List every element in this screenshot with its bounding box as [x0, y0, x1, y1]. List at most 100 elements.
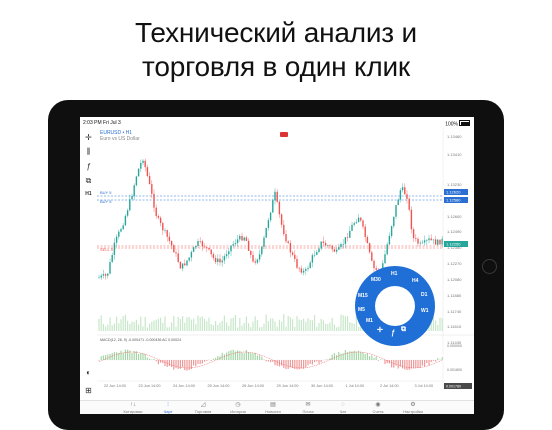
tab-5[interactable]: ▤Новости	[256, 401, 290, 414]
candle-body	[296, 259, 297, 268]
timeframe-wheel[interactable]: M30 H1 H4 D1 M15 M5 M1 W1 ✛ ƒ ⧉	[355, 266, 435, 346]
tab-6[interactable]: ✉Почта	[291, 401, 325, 414]
volume-bar	[123, 316, 124, 331]
candle-body	[420, 243, 421, 244]
tab-7[interactable]: ◌Чат	[326, 401, 360, 414]
macd-histogram-bar	[395, 360, 396, 366]
wheel-label-m1[interactable]: M1	[366, 318, 373, 324]
macd-histogram-bar	[367, 354, 368, 360]
buy-marker-label: BUY 5	[100, 199, 112, 204]
tab-8[interactable]: ◉Счета	[361, 401, 395, 414]
volume-bar	[114, 323, 115, 331]
tab-1[interactable]: ↑↓Котировки	[116, 401, 150, 414]
objects-icon[interactable]: ⧉	[83, 175, 94, 186]
tab-icon: ◉	[361, 402, 395, 409]
candle-body	[323, 242, 324, 243]
wheel-label-d1[interactable]: D1	[421, 292, 427, 298]
candle-body	[343, 244, 344, 245]
macd-histogram-bar	[345, 350, 346, 360]
price-tick-label: 1.12080	[447, 277, 462, 282]
wheel-label-m15[interactable]: M15	[358, 293, 368, 299]
macd-histogram-bar	[222, 353, 223, 360]
tab-label: Торговля	[186, 409, 220, 414]
tab-2[interactable]: ⫶Чарт	[151, 401, 185, 414]
macd-histogram-bar	[371, 355, 372, 360]
volume-bar	[206, 321, 207, 331]
candle-body	[290, 243, 291, 252]
tab-icon: ◷	[221, 402, 255, 409]
volume-bar	[303, 319, 304, 331]
one-click-trading-icon[interactable]: ◐	[83, 367, 94, 378]
volume-bar	[120, 319, 121, 331]
candle-body	[404, 187, 405, 194]
volume-bar	[277, 327, 278, 331]
macd-histogram-bar	[138, 354, 139, 360]
price-tick-label: 1.11880	[447, 293, 462, 298]
candle-body	[169, 237, 170, 241]
timeframe-icon[interactable]: H1	[83, 189, 94, 200]
volume-bar	[142, 326, 143, 331]
add-chart-icon[interactable]: ⊞	[83, 385, 94, 396]
volume-bar	[354, 324, 355, 331]
tab-9[interactable]: ⚙Настройки	[396, 401, 430, 414]
volume-bar	[127, 321, 128, 331]
time-tick-label: 26 Jun 14:00	[242, 384, 264, 388]
macd-histogram-bar	[336, 355, 337, 360]
candle-body	[288, 241, 289, 243]
macd-histogram-bar	[156, 360, 157, 361]
macd-histogram-bar	[178, 360, 179, 369]
macd-histogram-bar	[415, 360, 416, 368]
macd-histogram-bar	[426, 360, 427, 363]
wheel-crosshair-icon[interactable]: ✛	[377, 326, 383, 334]
macd-histogram-bar	[263, 359, 264, 360]
volume-bar	[255, 316, 256, 331]
candle-body	[255, 261, 256, 262]
volume-bar	[241, 326, 242, 331]
indicators-icon[interactable]: ƒ	[83, 161, 94, 172]
volume-bar	[442, 318, 443, 331]
volume-bar	[263, 324, 264, 331]
candle-body	[310, 263, 311, 268]
wheel-label-h4[interactable]: H4	[412, 278, 418, 284]
macd-histogram-bar	[406, 360, 407, 370]
wheel-label-h1[interactable]: H1	[391, 271, 397, 277]
volume-bar	[314, 315, 315, 331]
candle-body	[186, 260, 187, 265]
wheel-label-w1[interactable]: W1	[421, 308, 429, 314]
candle-body	[274, 192, 275, 201]
macd-histogram-bar	[142, 353, 143, 360]
candle-body	[200, 241, 201, 242]
bar-type-icon[interactable]: ⫼	[83, 146, 94, 157]
crosshair-icon[interactable]: ✛	[83, 132, 94, 143]
macd-histogram-bar	[103, 355, 104, 360]
macd-histogram-bar	[123, 353, 124, 360]
price-chart[interactable]: BUY 5BUY 5SELL 5 MACD(12, 26, 9) -0.0004…	[97, 128, 474, 390]
macd-histogram-bar	[327, 359, 328, 360]
macd-histogram-bar	[281, 360, 282, 366]
tab-3[interactable]: ◿Торговля	[186, 401, 220, 414]
candle-body	[184, 263, 185, 265]
macd-histogram-bar	[186, 360, 187, 371]
volume-bar	[204, 319, 205, 331]
wheel-label-m30[interactable]: M30	[371, 277, 381, 283]
candle-body	[107, 274, 108, 276]
macd-histogram-bar	[409, 360, 410, 370]
candle-body	[332, 246, 333, 249]
wheel-label-m5[interactable]: M5	[358, 307, 365, 313]
wheel-indicators-icon[interactable]: ƒ	[391, 330, 395, 337]
wheel-objects-icon[interactable]: ⧉	[401, 326, 406, 334]
macd-histogram-bar	[356, 352, 357, 360]
volume-bar	[321, 319, 322, 331]
volume-bar	[274, 321, 275, 331]
macd-histogram-bar	[261, 357, 262, 360]
candle-body	[393, 217, 394, 226]
candle-body	[131, 196, 132, 199]
candle-body	[371, 252, 372, 261]
time-tick-label: 1 Jul 14:00	[346, 384, 365, 388]
tab-4[interactable]: ◷История	[221, 401, 255, 414]
candle-body	[279, 202, 280, 215]
candle-body	[241, 236, 242, 241]
candle-body	[162, 223, 163, 230]
macd-histogram-bar	[233, 350, 234, 360]
candle-body	[145, 161, 146, 167]
